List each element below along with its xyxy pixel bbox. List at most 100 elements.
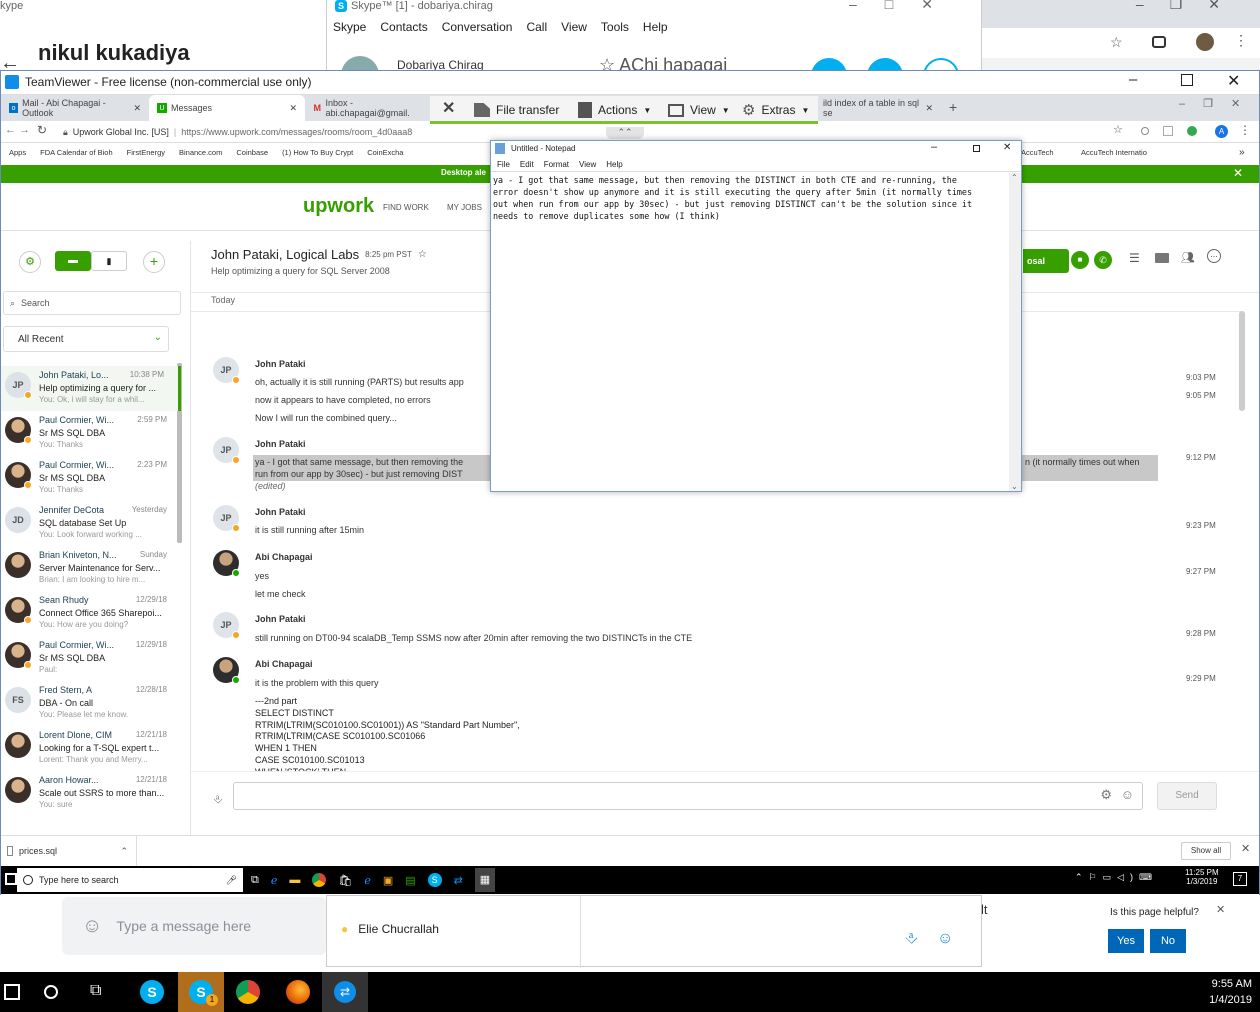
toolbar-collapse-handle[interactable]: ⌃⌃	[606, 127, 644, 139]
message-author: John Pataki	[255, 359, 306, 369]
bg-window-controls[interactable]: –❐✕	[1136, 0, 1246, 13]
app-icon[interactable]: ▣	[383, 874, 393, 887]
message-author: John Pataki	[255, 439, 306, 449]
notepad-close-button[interactable]: ✕	[1003, 142, 1011, 153]
host-clock[interactable]: 9:55 AM 1/4/2019	[1204, 978, 1252, 1006]
menu-view[interactable]: View	[579, 160, 596, 169]
search-circle-icon	[23, 875, 33, 885]
actions-menu[interactable]: Actions ▼	[578, 96, 651, 124]
remote-start-icon[interactable]	[5, 873, 17, 885]
message-text: oh, actually it is still running (PARTS)…	[255, 377, 464, 387]
background-lower-area: ☺ Type a message here ● Elie Chucrallah …	[0, 895, 1260, 970]
message-input[interactable]: ⚙ ☺	[233, 782, 1143, 810]
menu-format[interactable]: Format	[544, 160, 569, 169]
ie-icon[interactable]: ℯ	[364, 874, 371, 887]
menu-contacts[interactable]: Contacts	[380, 20, 427, 34]
message-text: (edited)	[255, 481, 286, 491]
task-view-icon[interactable]: ⧉	[90, 982, 101, 1000]
skype-app-icon[interactable]: S	[140, 980, 164, 1004]
extras-menu[interactable]: ⚙ Extras ▼	[742, 96, 809, 124]
window-controls[interactable]: –□✕	[849, 0, 961, 13]
skype-classic-bottom: ● Elie Chucrallah ⎀ ☺ lt	[326, 895, 988, 968]
message-text: Now I will run the combined query...	[255, 413, 397, 423]
bookmark-star-icon[interactable]: ☆	[1110, 34, 1123, 51]
download-bar-close-icon[interactable]: ✕	[1241, 842, 1250, 855]
notepad-pp-icon[interactable]: ▤	[405, 874, 415, 887]
message-text: let me check	[255, 589, 306, 599]
menu-file[interactable]: File	[497, 160, 510, 169]
cortana-icon[interactable]	[44, 985, 58, 999]
microphone-icon[interactable]: 🎤︎	[226, 875, 237, 886]
profile-icon[interactable]	[1196, 33, 1214, 51]
tv-close-button[interactable]: ✕	[1227, 71, 1240, 91]
chevron-up-icon[interactable]: ⌃	[120, 846, 128, 857]
contact-item[interactable]: ● Elie Chucrallah	[341, 922, 439, 936]
file-icon	[7, 846, 13, 856]
feedback-yes-button[interactable]: Yes	[1108, 929, 1144, 953]
emoticon-icon[interactable]: ☺	[937, 930, 953, 948]
menu-conversation[interactable]: Conversation	[442, 20, 513, 34]
emoji-icon[interactable]: ☺	[82, 915, 102, 938]
status-dot	[232, 631, 240, 639]
menu-tools[interactable]: Tools	[601, 20, 629, 34]
chrome-taskbar-icon[interactable]	[312, 873, 327, 887]
composer: ⎀ ⚙ ☺ Send	[191, 771, 1259, 833]
tv-minimize-button[interactable]: –	[1129, 71, 1137, 88]
tv-close-session-icon[interactable]: ✕	[442, 98, 455, 118]
teamviewer-taskbar-icon[interactable]: ⇄	[454, 874, 463, 887]
notepad-maximize-button[interactable]	[973, 145, 980, 152]
start-icon[interactable]	[4, 984, 20, 1000]
view-menu[interactable]: View ▼	[668, 96, 730, 124]
attach-icon[interactable]: ⎀	[905, 930, 918, 948]
task-view-icon[interactable]: ⧉	[251, 874, 259, 887]
background-browser-right: –❐✕ ☆ ⋮	[982, 0, 1260, 70]
message-timestamp: 9:05 PM	[1186, 391, 1216, 400]
code-line: CASE SC010100.SC01013	[255, 755, 365, 765]
feedback-no-button[interactable]: No	[1150, 929, 1186, 953]
notepad-menu: File Edit Format View Help	[497, 160, 623, 169]
more-menu-icon[interactable]: ⋮	[1234, 32, 1248, 49]
teamviewer-app[interactable]: ⇄	[322, 972, 368, 1012]
skype-taskbar-icon[interactable]: S	[427, 873, 442, 887]
settings-icon[interactable]: ⚙	[1100, 787, 1112, 803]
message-avatar: JP	[213, 357, 240, 384]
feedback-close-icon[interactable]: ✕	[1216, 903, 1225, 916]
edge-icon[interactable]: ℯ	[271, 874, 278, 887]
file-transfer-button[interactable]: File transfer	[474, 96, 559, 124]
remote-search-box[interactable]: Type here to search 🎤︎	[17, 868, 243, 892]
teamviewer-title: TeamViewer - Free license (non-commercia…	[25, 75, 312, 89]
menu-help[interactable]: Help	[606, 160, 622, 169]
menu-view[interactable]: View	[561, 20, 587, 34]
attach-paperclip-icon[interactable]: ⎀	[213, 792, 223, 807]
system-tray-icons[interactable]: ⌃⚐▭◁)⌨	[1075, 872, 1158, 883]
messages-scrollbar[interactable]	[1239, 311, 1245, 411]
skype-classic-app[interactable]: S 1	[178, 972, 224, 1012]
message-avatar	[213, 550, 240, 577]
notepad-icon	[495, 143, 505, 154]
remote-clock[interactable]: 11:25 PM 1/3/2019	[1185, 868, 1219, 886]
status-clock-icon: ●	[341, 922, 349, 936]
message-text: still running on DT00-94 scalaDB_Temp SS…	[255, 633, 693, 643]
menu-edit[interactable]: Edit	[520, 160, 534, 169]
skype-message-input[interactable]: ☺ Type a message here	[62, 897, 326, 955]
message-text: it is still running after 15min	[255, 525, 365, 535]
notepad-scrollbar[interactable]: ⌃ ⌄	[1009, 173, 1021, 491]
message-timestamp: 9:29 PM	[1186, 674, 1216, 683]
menu-skype[interactable]: Skype	[333, 20, 366, 34]
send-button[interactable]: Send	[1157, 782, 1217, 810]
notepad-taskbar-icon[interactable]: ▦	[474, 868, 495, 892]
file-explorer-icon[interactable]: ▬	[289, 874, 300, 886]
show-all-button[interactable]: Show all	[1181, 842, 1231, 860]
emoji-icon[interactable]: ☺	[1121, 787, 1134, 802]
tv-maximize-button[interactable]	[1181, 74, 1193, 86]
extension-icon[interactable]	[1152, 36, 1166, 48]
menu-help[interactable]: Help	[643, 20, 668, 34]
store-icon[interactable]: 🛍︎	[338, 874, 352, 887]
notification-center-icon[interactable]: 7	[1233, 872, 1247, 886]
chrome-app-icon[interactable]	[236, 980, 260, 1004]
menu-call[interactable]: Call	[526, 20, 547, 34]
download-item[interactable]: prices.sql ⌃	[7, 836, 137, 866]
notepad-minimize-button[interactable]: –	[931, 141, 937, 153]
firefox-app-icon[interactable]	[286, 980, 310, 1004]
notepad-text-area[interactable]: ya - I got that same message, but then r…	[493, 174, 1005, 222]
